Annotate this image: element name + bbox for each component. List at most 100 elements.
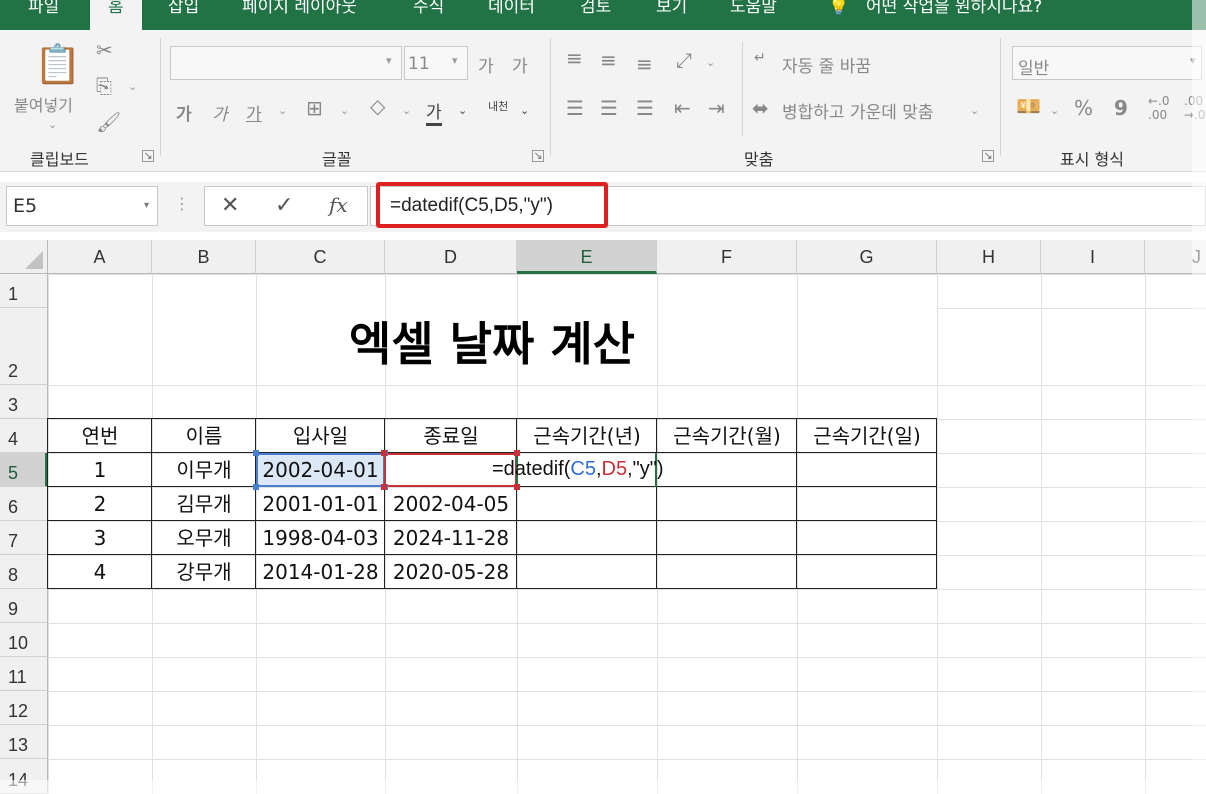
sheet-title[interactable]: 엑셀 날짜 계산: [48, 308, 936, 374]
tab-file[interactable]: 파일: [28, 0, 59, 30]
table-data-cell[interactable]: 오무개: [152, 524, 256, 552]
align-center-icon[interactable]: ☰: [600, 96, 618, 120]
column-header-f[interactable]: F: [657, 240, 797, 274]
alignment-launcher-icon[interactable]: ↘: [982, 150, 994, 162]
shrink-font-button[interactable]: 가: [512, 52, 528, 77]
table-header-cell[interactable]: 연번: [48, 422, 152, 450]
font-name-select[interactable]: [170, 46, 402, 80]
font-launcher-icon[interactable]: ↘: [532, 150, 544, 162]
copy-dropdown-icon[interactable]: ⌄: [128, 80, 137, 93]
row-header-10[interactable]: 10: [0, 623, 48, 657]
tab-data[interactable]: 데이터: [488, 0, 535, 30]
cancel-icon[interactable]: ✕: [221, 193, 239, 218]
table-data-cell[interactable]: 1998-04-03: [256, 524, 385, 552]
merge-center-icon[interactable]: ⬌: [752, 96, 769, 120]
table-data-cell[interactable]: 2001-01-01: [256, 490, 385, 518]
borders-icon[interactable]: ⊞: [306, 96, 323, 120]
column-header-h[interactable]: H: [937, 240, 1041, 274]
decrease-indent-icon[interactable]: ⇤: [674, 96, 691, 120]
table-header-cell[interactable]: 종료일: [385, 422, 517, 450]
font-size-dropdown-icon[interactable]: ▾: [452, 54, 458, 67]
row-header-6[interactable]: 6: [0, 487, 48, 521]
copy-icon[interactable]: ⎘: [96, 74, 112, 98]
tab-insert[interactable]: 삽입: [168, 0, 199, 30]
insert-function-button[interactable]: fx: [329, 193, 348, 217]
table-header-cell[interactable]: 이름: [152, 422, 256, 450]
align-left-icon[interactable]: ☰: [566, 96, 584, 120]
fill-color-icon[interactable]: ◇: [370, 94, 385, 118]
tab-formulas[interactable]: 수식: [413, 0, 444, 30]
align-middle-icon[interactable]: ≡: [600, 48, 617, 72]
reference-handle[interactable]: [253, 484, 259, 490]
select-all-button[interactable]: [0, 240, 48, 274]
name-box[interactable]: E5 ▾: [6, 186, 158, 226]
format-painter-icon[interactable]: 🖌: [96, 110, 121, 134]
table-data-cell[interactable]: 강무개: [152, 558, 256, 586]
row-header-7[interactable]: 7: [0, 521, 48, 555]
paste-icon[interactable]: 📋: [34, 42, 81, 87]
bold-button[interactable]: 가: [176, 100, 192, 125]
tab-review[interactable]: 검토: [580, 0, 611, 30]
table-data-cell[interactable]: 김무개: [152, 490, 256, 518]
paste-button-label[interactable]: 붙여넣기: [14, 92, 73, 116]
name-box-dropdown-icon[interactable]: ▾: [144, 187, 149, 225]
row-header-4[interactable]: 4: [0, 419, 48, 453]
tell-me-search[interactable]: 어떤 작업을 원하시나요?: [866, 0, 1042, 30]
row-header-5[interactable]: 5: [0, 453, 48, 487]
table-header-cell[interactable]: 입사일: [256, 422, 385, 450]
row-header-2[interactable]: 2: [0, 308, 48, 385]
phonetic-button[interactable]: 내천: [488, 98, 508, 114]
font-name-dropdown-icon[interactable]: ▾: [386, 54, 392, 67]
table-data-cell[interactable]: 2014-01-28: [256, 558, 385, 586]
align-right-icon[interactable]: ☰: [636, 96, 654, 120]
column-header-c[interactable]: C: [256, 240, 385, 274]
row-header-11[interactable]: 11: [0, 657, 48, 691]
column-header-g[interactable]: G: [797, 240, 937, 274]
merge-dropdown-icon[interactable]: ⌄: [970, 104, 979, 117]
table-data-cell[interactable]: 3: [48, 524, 152, 552]
tab-help[interactable]: 도움말: [730, 0, 777, 30]
phonetic-dropdown-icon[interactable]: ⌄: [520, 104, 529, 117]
orientation-dropdown-icon[interactable]: ⌄: [706, 56, 715, 69]
font-color-dropdown-icon[interactable]: ⌄: [458, 104, 467, 117]
comma-style-button[interactable]: 9: [1114, 96, 1128, 120]
table-data-cell[interactable]: 1: [48, 456, 152, 484]
fill-color-dropdown-icon[interactable]: ⌄: [402, 104, 411, 117]
borders-dropdown-icon[interactable]: ⌄: [340, 104, 349, 117]
reference-handle[interactable]: [253, 450, 259, 456]
tab-home[interactable]: 홈: [90, 0, 142, 30]
table-header-cell[interactable]: 근속기간(월): [657, 422, 797, 450]
wrap-text-icon[interactable]: ↵: [754, 50, 766, 66]
reference-handle[interactable]: [514, 450, 520, 456]
table-data-cell[interactable]: 4: [48, 558, 152, 586]
table-header-cell[interactable]: 근속기간(년): [517, 422, 657, 450]
in-cell-formula[interactable]: =datedif(C5,D5,"y"): [492, 458, 664, 481]
increase-indent-icon[interactable]: ⇥: [708, 96, 725, 120]
table-header-cell[interactable]: 근속기간(일): [797, 422, 937, 450]
column-header-d[interactable]: D: [385, 240, 517, 274]
grow-font-button[interactable]: 가: [478, 52, 494, 77]
wrap-text-button[interactable]: 자동 줄 바꿈: [782, 52, 871, 77]
reference-handle[interactable]: [381, 450, 387, 456]
row-header-3[interactable]: 3: [0, 385, 48, 419]
table-data-cell[interactable]: 2020-05-28: [385, 558, 517, 586]
paste-dropdown-icon[interactable]: ⌄: [48, 118, 57, 131]
column-header-b[interactable]: B: [152, 240, 256, 274]
column-header-a[interactable]: A: [48, 240, 152, 274]
font-color-button[interactable]: 가: [426, 98, 442, 126]
accounting-format-icon[interactable]: 💴: [1016, 94, 1041, 118]
column-header-e[interactable]: E: [517, 240, 657, 274]
underline-dropdown-icon[interactable]: ⌄: [278, 104, 287, 117]
formula-bar-grip-icon[interactable]: ⋮: [174, 194, 190, 213]
table-data-cell[interactable]: 2002-04-01: [256, 456, 385, 484]
align-top-icon[interactable]: ≡: [566, 46, 583, 70]
table-data-cell[interactable]: 2: [48, 490, 152, 518]
cut-icon[interactable]: ✂: [96, 38, 113, 62]
align-bottom-icon[interactable]: ≡: [636, 52, 653, 76]
orientation-icon[interactable]: ⤢: [676, 48, 692, 72]
table-data-cell[interactable]: 2024-11-28: [385, 524, 517, 552]
percent-style-button[interactable]: %: [1074, 96, 1093, 120]
column-header-i[interactable]: I: [1041, 240, 1145, 274]
row-header-1[interactable]: 1: [0, 274, 48, 308]
italic-button[interactable]: 가: [212, 100, 228, 125]
